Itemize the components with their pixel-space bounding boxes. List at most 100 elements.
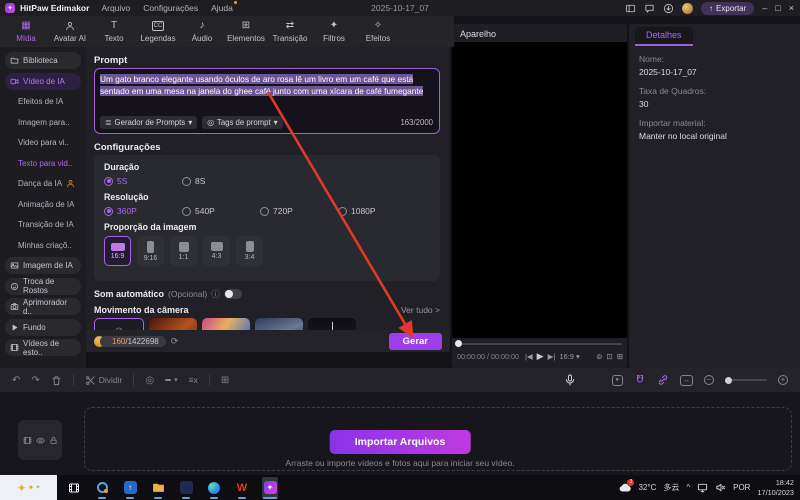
zoom-in-icon[interactable]: + [778, 375, 788, 385]
add-frame-icon[interactable]: ⊞ [221, 375, 229, 386]
volume-muted-icon[interactable] [715, 482, 726, 493]
download-icon[interactable] [663, 3, 674, 14]
sidebar-item-imagem-de-ia[interactable]: Imagem de IA [5, 257, 81, 274]
taskbar-clock[interactable]: 18:42 17/10/2023 [757, 478, 794, 496]
text-style-button[interactable]: ▾ [165, 376, 178, 384]
sidebar-item-video-para[interactable]: Video para vi.. [5, 134, 81, 151]
sidebar-item-biblioteca[interactable]: Biblioteca [5, 52, 81, 69]
maximize-button[interactable]: □ [775, 3, 780, 13]
tab-detalhes[interactable]: Detalhes [635, 27, 693, 46]
sidebar-item-efeitos-de-ia[interactable]: Efeitos de IA [5, 93, 81, 110]
sidebar-item-danca-da-ia[interactable]: Dança da IA [5, 175, 81, 192]
sidebar-item-imagem-para[interactable]: Imagem para.. [5, 114, 81, 131]
timeline-zoom-slider[interactable] [725, 376, 767, 384]
remove-subtitles-icon[interactable]: ≡x [189, 375, 198, 385]
menu-ajuda[interactable]: Ajuda [211, 1, 237, 13]
link-icon[interactable] [657, 374, 669, 386]
taskbar-weather-widget[interactable]: ✦ ✦ ✦ [0, 475, 57, 500]
search-app-icon[interactable] [94, 477, 110, 499]
zoom-slider-handle[interactable] [725, 376, 732, 384]
pinned-app-icon[interactable]: ↑ [122, 477, 138, 499]
seek-handle[interactable] [455, 340, 462, 347]
edge-browser-icon[interactable] [206, 477, 222, 499]
ratio-dropdown[interactable]: 16:9 ▾ [559, 352, 579, 361]
tab-midia[interactable]: ▦ Mídia [4, 16, 48, 47]
tab-filtros[interactable]: ✦ Filtros [312, 16, 356, 47]
aspect-3-4[interactable]: 3:4 [236, 236, 263, 266]
hitpaw-edimakor-taskbar-icon[interactable]: ✦ [262, 476, 278, 499]
radio-720p[interactable]: 720P [260, 206, 338, 216]
refresh-icon[interactable]: ⟳ [171, 336, 179, 347]
previous-frame-icon[interactable]: |◀ [525, 352, 533, 361]
radio-1080p[interactable]: 1080P [338, 206, 416, 216]
user-avatar[interactable] [682, 2, 694, 14]
zoom-out-icon[interactable]: − [704, 375, 714, 385]
fullscreen-icon[interactable]: ⊞ [617, 352, 623, 361]
prompt-text[interactable]: Um gato branco elegante usando óculos de… [100, 73, 434, 97]
radio-360p[interactable]: 360P [104, 206, 182, 216]
close-button[interactable]: × [789, 3, 794, 13]
keyframe-icon[interactable]: ● [612, 374, 623, 386]
tray-temperature[interactable]: 32°C [638, 483, 656, 492]
crop-icon[interactable]: ⊡ [606, 352, 612, 361]
sidebar-item-video-de-ia[interactable]: Vídeo de IA [5, 72, 81, 90]
network-icon[interactable] [697, 482, 708, 493]
badge-icon[interactable]: ◎ [145, 375, 154, 386]
magnet-icon[interactable] [634, 374, 646, 386]
import-files-button[interactable]: Importar Arquivos [329, 430, 471, 454]
radio-8s[interactable]: 8S [182, 176, 260, 186]
auto-sound-toggle[interactable] [223, 289, 242, 299]
weather-cloud-icon[interactable]: 1 [619, 478, 635, 494]
tab-elementos[interactable]: ⊞ Elementos [224, 16, 268, 47]
aspect-4-3[interactable]: 4:3 [203, 236, 230, 266]
tray-weather-desc[interactable]: 多云 [663, 482, 679, 493]
play-icon[interactable]: ▶ [537, 351, 544, 362]
task-view-icon[interactable] [66, 477, 82, 499]
microphone-icon[interactable] [564, 374, 576, 386]
aspect-9-16[interactable]: 9:16 [137, 236, 164, 266]
see-all-link[interactable]: Ver tudo > [401, 305, 440, 315]
generate-button[interactable]: Gerar [388, 332, 442, 350]
ripple-edit-icon[interactable]: ↔ [680, 374, 693, 386]
next-frame-icon[interactable]: ▶| [548, 352, 556, 361]
menu-arquivo[interactable]: Arquivo [101, 3, 130, 13]
wps-office-icon[interactable]: W [234, 477, 250, 499]
trash-icon[interactable] [51, 375, 62, 386]
track-lock-icon[interactable] [49, 436, 58, 445]
sidebar-item-videos-de-estoque[interactable]: Vídeos de esto.. [5, 339, 81, 357]
sidebar-item-transicao-de-ia[interactable]: Transição de IA [5, 216, 81, 233]
sidebar-item-aprimorador[interactable]: Aprimorador d.. [5, 298, 81, 316]
prompt-box[interactable]: Um gato branco elegante usando óculos de… [94, 68, 440, 134]
aspect-16-9[interactable]: 16:9 [104, 236, 131, 266]
feedback-icon[interactable] [644, 3, 655, 14]
track-eye-icon[interactable] [36, 436, 45, 445]
export-button[interactable]: ↑ Exportar [701, 1, 755, 15]
sidebar-item-animacao-de-ia[interactable]: Animação de IA [5, 196, 81, 213]
tab-texto[interactable]: T Texto [92, 16, 136, 47]
tab-legendas[interactable]: CC Legendas [136, 16, 180, 47]
sidebar-item-minhas-criacoes[interactable]: Minhas criaçõ.. [5, 237, 81, 254]
sidebar-item-texto-para-video[interactable]: Texto para vid.. [5, 155, 81, 172]
sidebar-item-fundo[interactable]: Fundo [5, 318, 81, 336]
language-indicator[interactable]: POR [733, 483, 750, 492]
redo-icon[interactable]: ↷ [31, 375, 39, 386]
seek-bar[interactable] [457, 343, 622, 345]
track-film-icon[interactable] [23, 436, 32, 445]
menu-configuracoes[interactable]: Configurações [143, 3, 198, 13]
tab-audio[interactable]: ♪ Áudio [180, 16, 224, 47]
radio-540p[interactable]: 540P [182, 206, 260, 216]
prompt-tags-button[interactable]: ◎ Tags de prompt ▾ [202, 116, 283, 129]
minimize-button[interactable]: – [762, 3, 767, 13]
sidebar-item-troca-de-rostos[interactable]: Troca de Rostos [5, 277, 81, 295]
split-button[interactable]: Dividir [85, 375, 122, 386]
aspect-1-1[interactable]: 1:1 [170, 236, 197, 266]
radio-5s[interactable]: 5S [104, 176, 182, 186]
tab-avatar-ai[interactable]: Avatar AI [48, 16, 92, 47]
tab-efeitos[interactable]: ✧ Efeitos [356, 16, 400, 47]
file-explorer-icon[interactable] [150, 477, 166, 499]
hidden-icons-caret[interactable]: ^ [686, 483, 690, 492]
prompt-generator-button[interactable]: ≣ Gerador de Prompts ▾ [100, 116, 198, 129]
dark-app-icon[interactable] [178, 477, 194, 499]
snapshot-icon[interactable]: ⊚ [596, 352, 602, 361]
layout-panels-icon[interactable] [625, 3, 636, 14]
